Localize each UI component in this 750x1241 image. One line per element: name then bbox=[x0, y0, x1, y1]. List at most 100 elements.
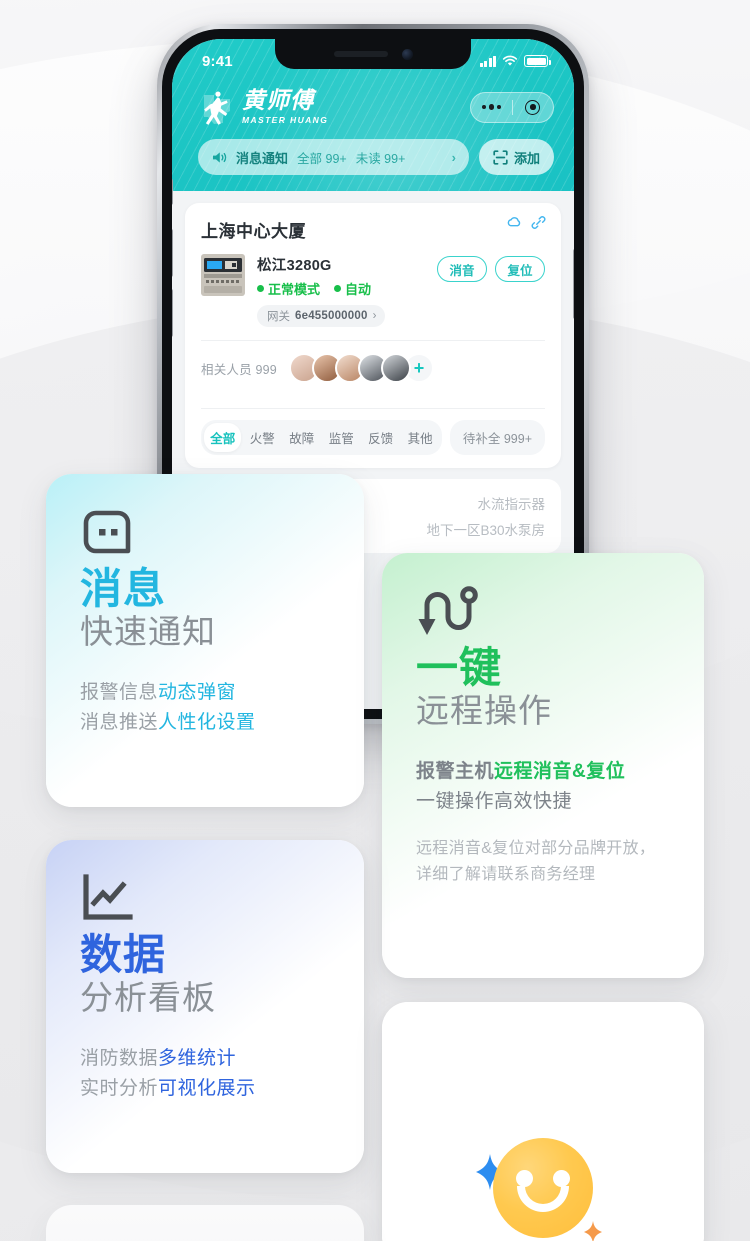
device-info: 松江3280G 正常模式 自动 网关 6e455000000 › bbox=[257, 254, 425, 327]
feature-line-2-highlight: 可视化展示 bbox=[158, 1077, 256, 1099]
chat-bubble-icon bbox=[83, 510, 131, 554]
feature-card-next-peek[interactable] bbox=[46, 1205, 364, 1241]
tab-superv[interactable]: 监管 bbox=[322, 423, 359, 452]
feature-line-1-plain: 报警信息 bbox=[80, 682, 159, 704]
more-dots-icon bbox=[481, 104, 501, 110]
mute-button[interactable]: 消音 bbox=[437, 256, 487, 282]
feature-lines: 报警信息动态弹窗 消息推送人性化设置 bbox=[80, 678, 330, 737]
u-turn-arrow-icon-wrap bbox=[416, 583, 670, 639]
master-huang-mark-icon bbox=[204, 91, 230, 125]
feature-lines: 报警主机远程消音&复位 一键操作高效快捷 bbox=[416, 757, 670, 816]
phone-volume-up-button bbox=[172, 229, 173, 277]
feature-line-1: 报警主机远程消音&复位 bbox=[416, 757, 670, 786]
feature-note: 远程消音&复位对部分品牌开放，详细了解请联系商务经理 bbox=[416, 840, 656, 883]
more-title-line-1: 更多亮点功能 bbox=[464, 1043, 621, 1071]
feature-keyword: 数据 bbox=[80, 931, 167, 978]
card-tools bbox=[506, 214, 547, 231]
filter-tabs: 全部 火警 故障 监管 反馈 其他 bbox=[201, 420, 442, 455]
link-icon[interactable] bbox=[530, 214, 547, 231]
feature-line-1-highlight: 动态弹窗 bbox=[158, 682, 237, 704]
more-title-line-2: 快来体验 bbox=[490, 1081, 595, 1110]
smiley-eye-right bbox=[553, 1169, 570, 1187]
cloud-icon[interactable] bbox=[506, 214, 523, 231]
capsule-target-icon bbox=[525, 99, 541, 115]
add-button[interactable]: 添加 bbox=[478, 139, 554, 175]
tab-other[interactable]: 其他 bbox=[401, 423, 438, 452]
status-auto-label: 自动 bbox=[345, 282, 372, 297]
people-label: 相关人员 999 bbox=[201, 359, 277, 378]
gateway-id: 6e455000000 bbox=[295, 310, 368, 322]
feature-line-1-highlight: 多维统计 bbox=[158, 1048, 237, 1070]
feature-line-1: 报警信息动态弹窗 bbox=[80, 678, 330, 707]
feature-keyword: 一键 bbox=[416, 644, 503, 691]
feature-keyword: 消息 bbox=[80, 565, 167, 612]
feature-lines: 消防数据多维统计 实时分析可视化展示 bbox=[80, 1044, 330, 1103]
app-logo: 黄师傅 MASTER HUANG bbox=[200, 89, 328, 125]
fire-alarm-panel-icon bbox=[201, 254, 245, 296]
line-chart-icon-wrap bbox=[80, 870, 330, 926]
speaker-icon bbox=[213, 151, 227, 163]
notice-row: 消息通知 全部 99+ 未读 99+ › 添加 bbox=[172, 125, 574, 175]
u-turn-arrow-icon bbox=[418, 586, 478, 635]
miniprogram-capsule[interactable] bbox=[470, 91, 554, 123]
feature-subtitle: 分析看板 bbox=[80, 979, 216, 1017]
tab-fire[interactable]: 火警 bbox=[243, 423, 280, 452]
gateway-pill[interactable]: 网关 6e455000000 › bbox=[257, 305, 386, 327]
brand-name-cn: 黄师傅 bbox=[242, 87, 314, 114]
phone-power-button bbox=[573, 249, 574, 319]
device-name: 松江3280G bbox=[257, 258, 332, 274]
avatar-group[interactable]: + bbox=[288, 353, 434, 383]
earpiece-speaker bbox=[333, 51, 388, 57]
chevron-right-icon: › bbox=[372, 310, 377, 322]
capsule-close-button[interactable] bbox=[513, 99, 554, 115]
feature-subtitle: 远程操作 bbox=[416, 692, 552, 730]
feature-card-remote[interactable]: 一键 远程操作 报警主机远程消音&复位 一键操作高效快捷 远程消音&复位对部分品… bbox=[382, 553, 704, 978]
phone-notch bbox=[275, 39, 471, 69]
people-row: 相关人员 999 + bbox=[201, 341, 545, 395]
smiley-face-icon bbox=[493, 1137, 593, 1238]
tab-all[interactable]: 全部 bbox=[204, 423, 242, 452]
feature-card-more[interactable]: 更多亮点功能 快来体验 bbox=[382, 1002, 704, 1241]
notice-unread-count: 未读 99+ bbox=[355, 151, 406, 166]
status-dot-icon bbox=[257, 285, 264, 292]
avatar[interactable] bbox=[380, 353, 411, 383]
cellular-bars-icon bbox=[479, 55, 496, 67]
wifi-icon bbox=[502, 55, 518, 66]
site-name: 上海中心大厦 bbox=[201, 222, 306, 241]
device-status: 正常模式 自动 bbox=[257, 279, 425, 298]
feature-line-2: 实时分析可视化展示 bbox=[80, 1074, 330, 1103]
feature-card-data[interactable]: 数据 分析看板 消防数据多维统计 实时分析可视化展示 bbox=[46, 840, 364, 1173]
smiley-mouth bbox=[517, 1185, 569, 1212]
notice-label: 消息通知 bbox=[236, 150, 289, 166]
feature-line-2-highlight: 人性化设置 bbox=[158, 711, 256, 733]
tabs-row: 全部 火警 故障 监管 反馈 其他 待补全 999+ bbox=[201, 409, 545, 468]
status-mode-label: 正常模式 bbox=[268, 282, 321, 297]
site-card: 上海中心大厦 松江3280G 正常模式 自动 网关 6e455000000 › … bbox=[185, 203, 561, 468]
feature-line-2-plain: 实时分析 bbox=[80, 1077, 159, 1099]
feature-line-2-plain: 一键操作高效快捷 bbox=[416, 790, 573, 812]
feature-line-1-highlight: 远程消音&复位 bbox=[494, 761, 626, 783]
scan-icon bbox=[493, 149, 508, 165]
status-auto: 自动 bbox=[334, 279, 371, 298]
phone-volume-down-button bbox=[172, 289, 173, 337]
tab-fault[interactable]: 故障 bbox=[283, 423, 320, 452]
smiley-group bbox=[476, 1137, 602, 1241]
sparkle-orange-icon bbox=[584, 1220, 602, 1241]
feature-card-message[interactable]: 消息 快速通知 报警信息动态弹窗 消息推送人性化设置 bbox=[46, 474, 364, 807]
more-card-body: 更多亮点功能 快来体验 bbox=[382, 1002, 704, 1241]
battery-icon bbox=[524, 55, 551, 67]
smiley-eye-left bbox=[516, 1169, 533, 1187]
status-time: 9:41 bbox=[202, 52, 233, 70]
device-row: 松江3280G 正常模式 自动 网关 6e455000000 › 消音 复位 bbox=[201, 254, 545, 327]
message-notice-pill[interactable]: 消息通知 全部 99+ 未读 99+ › bbox=[198, 139, 469, 175]
feature-line-1-plain: 报警主机 bbox=[416, 761, 495, 783]
feature-line-2: 消息推送人性化设置 bbox=[80, 708, 330, 737]
line-chart-icon bbox=[83, 874, 133, 920]
phone-mute-switch bbox=[172, 179, 173, 205]
capsule-menu-button[interactable] bbox=[471, 104, 512, 110]
feature-line-2-plain: 消息推送 bbox=[80, 711, 159, 733]
reset-button[interactable]: 复位 bbox=[495, 256, 545, 282]
feature-line-1: 消防数据多维统计 bbox=[80, 1044, 330, 1073]
tab-feedback[interactable]: 反馈 bbox=[362, 423, 399, 452]
pending-badge[interactable]: 待补全 999+ bbox=[449, 420, 545, 455]
